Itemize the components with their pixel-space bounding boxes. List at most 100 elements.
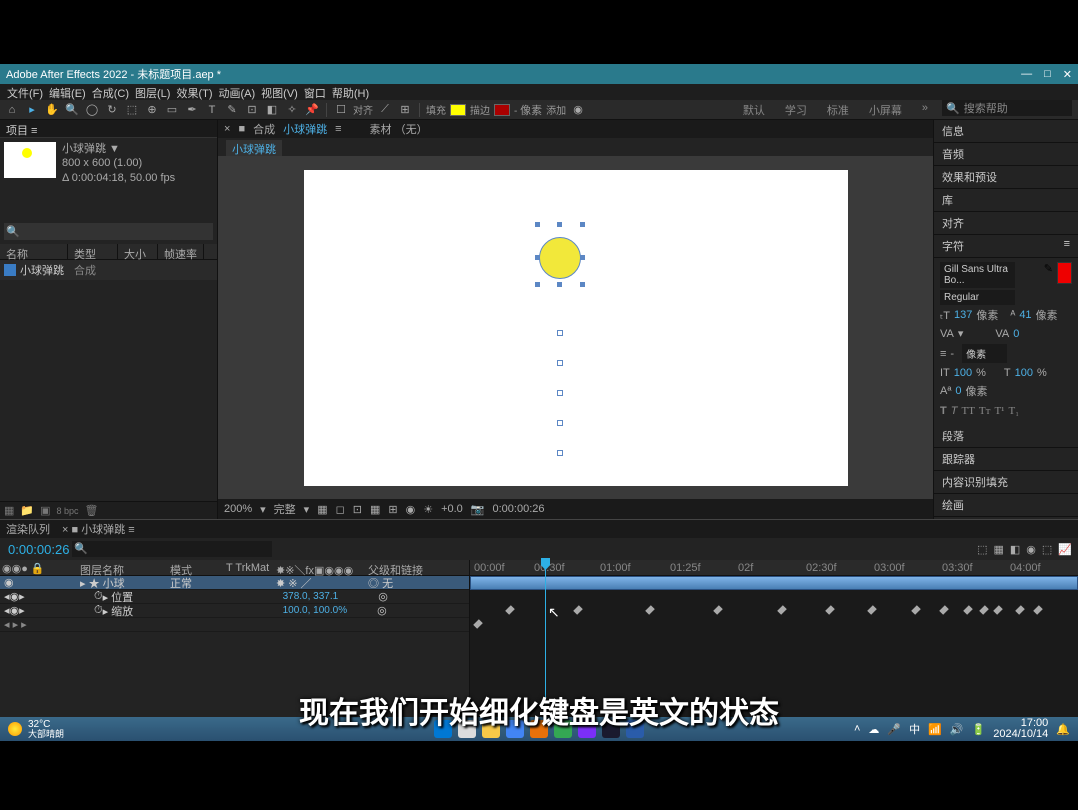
mask-icon[interactable]: ◻ [336,503,345,516]
menu-animation[interactable]: 动画(A) [216,84,259,100]
menu-file[interactable]: 文件(F) [4,84,46,100]
layer-duration-bar[interactable] [470,576,1078,590]
exposure-value[interactable]: +0.0 [441,503,463,515]
tab-timeline-comp[interactable]: × ■ 小球弹跳 ≡ [62,521,135,537]
zoom-select[interactable]: 200% [224,503,252,515]
eyedropper-icon[interactable]: ✎ [1044,262,1053,275]
vscale[interactable]: 100 [954,367,972,379]
selection-handle[interactable] [580,282,585,287]
panel-menu-icon[interactable]: ≡ [1064,238,1070,254]
baseline[interactable]: 0 [955,385,961,397]
keyframe[interactable] [825,605,835,615]
timeline-ruler[interactable]: 00:00f 00:30f 01:00f 01:25f 02f 02:30f 0… [470,560,1078,576]
selection-handle[interactable] [535,222,540,227]
minimize-button[interactable]: — [1021,68,1032,81]
orbit-tool-icon[interactable]: ◯ [84,102,100,118]
add-label[interactable]: 添加 [546,102,566,117]
project-panel-header[interactable]: 项目 ≡ [0,120,217,138]
keyframe[interactable] [939,605,949,615]
col-type[interactable]: 类型 [68,244,118,259]
bold-button[interactable]: T [940,405,947,417]
subscript-button[interactable]: T₁ [1008,405,1019,417]
menu-edit[interactable]: 编辑(E) [46,84,89,100]
keyframe[interactable] [1015,605,1025,615]
pen-tool-icon[interactable]: ✒ [184,102,200,118]
stopwatch-icon[interactable]: ⏱ [94,590,103,603]
keyframe[interactable] [1033,605,1043,615]
guide-icon[interactable]: ⊞ [388,503,397,516]
allcaps-button[interactable]: TT [961,405,974,417]
timeline-timecode[interactable]: 0:00:00:26 [0,542,72,557]
stopwatch-icon[interactable]: ⏱ [94,604,103,617]
resolution-select[interactable]: 完整 [274,501,296,517]
keyframe[interactable] [979,605,989,615]
snapshot-icon[interactable]: 📷 [471,503,485,516]
panel-content-fill[interactable]: 内容识别填充 [934,471,1078,494]
viewer-tab-menu-icon[interactable]: ≡ [335,123,341,135]
position-value[interactable]: 378.0, 337.1 [283,591,339,602]
exposure-icon[interactable]: ☀ [423,503,433,516]
transparency-icon[interactable]: ▦ [317,503,327,516]
close-button[interactable]: ✕ [1063,68,1072,81]
camera-tool-icon[interactable]: ⬚ [124,102,140,118]
menu-effect[interactable]: 效果(T) [173,84,215,100]
menu-help[interactable]: 帮助(H) [329,84,372,100]
zoom-tool-icon[interactable]: 🔍 [64,102,80,118]
viewer-tab-active[interactable]: 小球弹跳 [283,121,327,137]
selection-handle[interactable] [580,255,585,260]
selection-handle[interactable] [580,222,585,227]
help-search[interactable]: 🔍 搜索帮助 [942,100,1072,116]
tl-tool-icon[interactable]: ◉ [1026,543,1036,556]
font-style-select[interactable]: Regular [940,290,1015,305]
selection-handle[interactable] [535,255,540,260]
viewer-tab-material[interactable]: 素材 （无） [370,121,428,137]
fill-color-swatch[interactable] [450,104,466,116]
stamp-tool-icon[interactable]: ⊡ [244,102,260,118]
project-search[interactable]: 🔍 [4,223,213,240]
keyframe[interactable] [645,605,655,615]
menu-window[interactable]: 窗口 [301,84,329,100]
timeline-search[interactable] [72,541,272,557]
workspace-learn[interactable]: 学习 [785,102,807,118]
roto-tool-icon[interactable]: ✧ [284,102,300,118]
pan-behind-tool-icon[interactable]: ⊕ [144,102,160,118]
menu-view[interactable]: 视图(V) [258,84,301,100]
viewer-panel-icon[interactable]: ■ [238,123,245,135]
workspace-standard[interactable]: 标准 [827,102,849,118]
scale-value[interactable]: 100.0, 100.0% [283,605,348,616]
grid-toggle-icon[interactable]: ▦ [370,503,380,516]
col-trkmat[interactable]: T TrkMat [224,560,274,575]
superscript-button[interactable]: T¹ [994,405,1004,417]
stroke-label[interactable]: 描边 [470,102,490,117]
motion-keyframe[interactable] [557,360,563,366]
motion-keyframe[interactable] [557,390,563,396]
smallcaps-button[interactable]: Tт [979,405,991,417]
project-row-comp[interactable]: 小球弹跳 合成 [0,260,217,280]
motion-keyframe[interactable] [557,450,563,456]
timeline-prop-scale[interactable]: ◂◉▸ ⏱ ▸ 缩放 100.0, 100.0% ◎ [0,604,469,618]
tl-tool-icon[interactable]: ⬚ [977,543,987,556]
comp-thumbnail[interactable] [4,142,56,178]
shape-tool-icon[interactable]: ▭ [164,102,180,118]
panel-audio[interactable]: 音频 [934,143,1078,166]
home-icon[interactable]: ⌂ [4,102,20,118]
workspace-default[interactable]: 默认 [743,102,765,118]
keyframe[interactable] [573,605,583,615]
stroke-color-swatch[interactable] [494,104,510,116]
motion-keyframe[interactable] [557,330,563,336]
panel-paint[interactable]: 绘画 [934,494,1078,517]
panel-paragraph[interactable]: 段落 [934,425,1078,448]
hscale[interactable]: 100 [1015,367,1033,379]
add-button-icon[interactable]: ◉ [570,102,586,118]
panel-tracker[interactable]: 跟踪器 [934,448,1078,471]
workspace-small[interactable]: 小屏幕 [869,102,902,118]
layer-parent[interactable]: 无 [382,578,393,590]
keyframe[interactable] [505,605,515,615]
panel-info[interactable]: 信息 [934,120,1078,143]
font-family-select[interactable]: Gill Sans Ultra Bo... [940,262,1015,288]
zoom-dropdown-icon[interactable]: ▾ [260,503,266,516]
keyframe[interactable] [713,605,723,615]
tl-tool-icon[interactable]: ▦ [993,543,1003,556]
timeline-layer-row[interactable]: ◉ ▸ ★ 小球 正常 ✸ ※ ／ ◎ 无 [0,576,469,590]
col-name[interactable]: 名称 [0,244,68,259]
